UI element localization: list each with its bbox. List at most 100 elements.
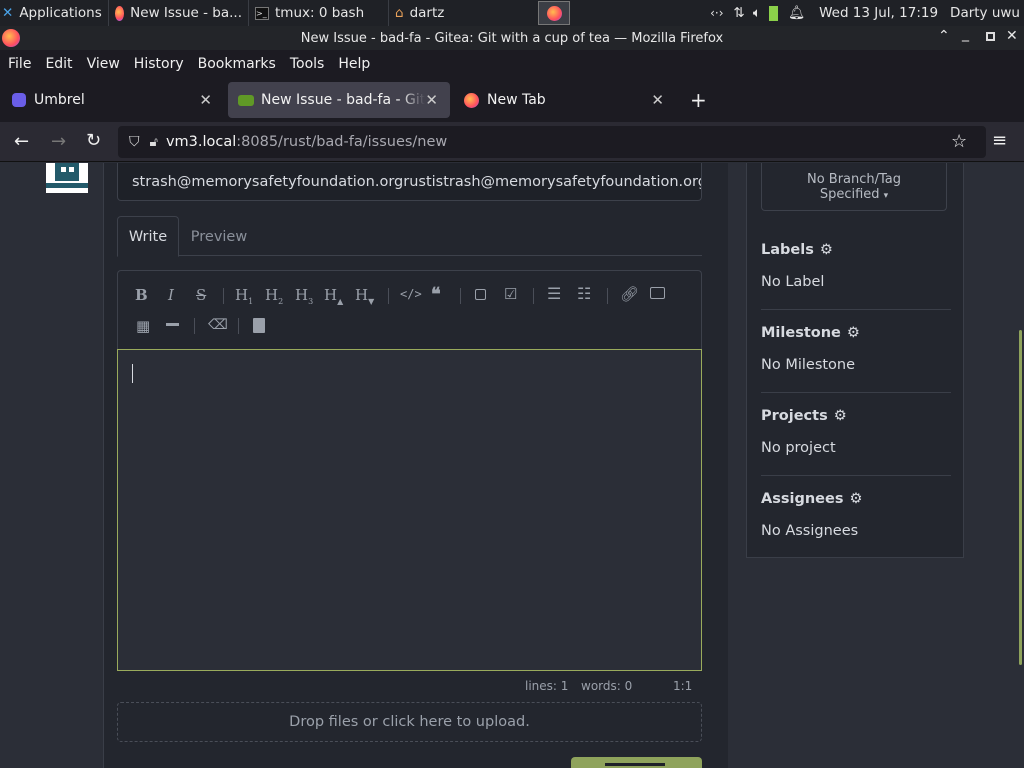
tab-write[interactable]: Write xyxy=(117,216,179,257)
create-issue-button[interactable] xyxy=(571,757,702,768)
reload-icon[interactable]: ↻ xyxy=(86,130,101,151)
firefox-icon xyxy=(464,92,479,108)
home-folder-icon: ⌂ xyxy=(395,5,404,21)
menu-file[interactable]: File xyxy=(8,56,31,72)
taskbar-window-tmux[interactable]: >_ tmux: 0 bash xyxy=(248,0,388,26)
transfer-icon[interactable]: ⇅ xyxy=(734,5,745,21)
tab-new-tab[interactable]: New Tab ✕ xyxy=(454,82,676,118)
italic-icon[interactable]: I xyxy=(168,286,174,304)
tab-close-icon[interactable]: ✕ xyxy=(651,91,664,109)
issue-title-input[interactable]: strash@memorysafetyfoundation.orgrustist… xyxy=(117,163,702,201)
tab-close-icon[interactable]: ✕ xyxy=(199,91,212,109)
checkbox-checked-icon[interactable]: ☑ xyxy=(504,285,517,303)
menu-history[interactable]: History xyxy=(134,56,184,72)
labels-value: No Label xyxy=(761,274,825,290)
milestone-heading[interactable]: Milestone ⚙ xyxy=(761,325,863,341)
user-name[interactable]: Darty uwu xyxy=(950,5,1020,21)
checkbox-empty-icon[interactable] xyxy=(475,289,486,300)
menu-bar: File Edit View History Bookmarks Tools H… xyxy=(0,50,1024,78)
menu-edit[interactable]: Edit xyxy=(45,56,72,72)
heading3-icon[interactable]: H3 xyxy=(295,286,313,306)
image-icon[interactable] xyxy=(650,287,665,299)
window-minimize-icon[interactable]: _ xyxy=(962,26,969,42)
window-title: New Issue - bad-fa - Gitea: Git with a c… xyxy=(300,30,724,46)
heading1-icon[interactable]: H1 xyxy=(235,286,253,306)
gear-icon[interactable]: ⚙ xyxy=(820,242,836,258)
assignees-heading[interactable]: Assignees ⚙ xyxy=(761,491,865,507)
menu-view[interactable]: View xyxy=(87,56,120,72)
heading-smaller-icon[interactable]: H▼ xyxy=(355,286,374,306)
table-icon[interactable]: ▦ xyxy=(136,317,150,335)
system-taskbar: ✕ Applications New Issue - ba... >_ tmux… xyxy=(0,0,1024,26)
hamburger-menu-icon[interactable]: ≡ xyxy=(992,130,1007,151)
lock-insecure-icon[interactable]: 🔓︎ xyxy=(150,135,158,150)
applications-menu[interactable]: ✕ Applications xyxy=(0,0,108,26)
horizontal-rule-icon[interactable] xyxy=(166,323,179,326)
notification-bell-icon[interactable]: 🔔︎ xyxy=(788,5,805,21)
file-icon[interactable] xyxy=(253,318,265,333)
menu-tools[interactable]: Tools xyxy=(290,56,325,72)
window-maximize-icon[interactable] xyxy=(986,32,995,41)
heading-bigger-icon[interactable]: H▲ xyxy=(324,286,343,306)
network-icon[interactable]: ‹·› xyxy=(710,6,723,20)
tab-label: New Tab xyxy=(487,92,546,108)
shield-icon[interactable]: ⛉ xyxy=(129,134,140,150)
page-scrollbar[interactable] xyxy=(1019,330,1022,665)
back-arrow-icon[interactable]: ← xyxy=(14,131,29,152)
bold-icon[interactable]: B xyxy=(135,286,148,304)
window-up-icon[interactable]: ⌃ xyxy=(938,28,950,44)
battery-icon[interactable] xyxy=(768,5,778,21)
branch-selector[interactable]: No Branch/Tag Specified ▾ xyxy=(761,163,947,211)
projects-title: Projects xyxy=(761,408,828,424)
projects-value: No project xyxy=(761,440,836,456)
xfce-icon: ✕ xyxy=(2,5,14,21)
tab-new-issue[interactable]: New Issue - bad-fa - Gitea ✕ xyxy=(228,82,450,118)
taskbar-window-dartz[interactable]: ⌂ dartz xyxy=(388,0,536,26)
menu-help[interactable]: Help xyxy=(338,56,370,72)
taskbar-window-firefox[interactable]: New Issue - ba... xyxy=(108,0,248,26)
terminal-icon: >_ xyxy=(255,6,269,20)
editor-status-words: words: 0 xyxy=(581,679,633,693)
branch-label-line2-wrap: Specified ▾ xyxy=(762,187,946,204)
milestone-title: Milestone xyxy=(761,325,841,341)
caret-down-icon: ▾ xyxy=(883,191,889,201)
menu-bookmarks[interactable]: Bookmarks xyxy=(198,56,276,72)
applications-label: Applications xyxy=(19,5,102,21)
volume-icon[interactable]: 🔈︎ xyxy=(753,5,761,21)
firefox-icon xyxy=(2,29,20,47)
code-icon[interactable]: </> xyxy=(400,287,422,301)
taskbar-firefox-launcher[interactable] xyxy=(538,1,570,25)
new-tab-plus-icon[interactable]: + xyxy=(690,88,707,112)
file-dropzone[interactable]: Drop files or click here to upload. xyxy=(117,702,702,742)
umbrel-icon xyxy=(12,93,26,107)
clock[interactable]: Wed 13 Jul, 17:19 xyxy=(819,5,938,21)
quote-icon[interactable]: ❝ xyxy=(431,284,441,305)
avatar xyxy=(46,163,88,193)
window-close-icon[interactable]: ✕ xyxy=(1006,28,1018,44)
bookmark-star-icon[interactable]: ☆ xyxy=(951,131,967,152)
gear-icon[interactable]: ⚙ xyxy=(847,325,863,341)
url-text: vm3.local:8085/rust/bad-fa/issues/new xyxy=(166,134,447,150)
bullet-list-icon[interactable]: ☰ xyxy=(547,284,561,303)
gear-icon[interactable]: ⚙ xyxy=(849,491,865,507)
issue-title-value: strash@memorysafetyfoundation.orgrustist… xyxy=(132,173,702,190)
url-bar[interactable]: ⛉ 🔓︎ vm3.local:8085/rust/bad-fa/issues/n… xyxy=(118,126,986,158)
heading2-icon[interactable]: H2 xyxy=(265,286,283,306)
editor-status-lines: lines: 1 xyxy=(525,679,569,693)
strikethrough-icon[interactable]: S xyxy=(196,286,206,304)
tab-preview[interactable]: Preview xyxy=(179,216,259,257)
gear-icon[interactable]: ⚙ xyxy=(834,408,850,424)
markdown-toolbar: B I S H1 H2 H3 H▲ H▼ </> ❝ ☑ ☰ ☷ 🔗︎ ▦ ⌫ xyxy=(117,270,702,350)
issue-body-textarea[interactable] xyxy=(117,349,702,671)
numbered-list-icon[interactable]: ☷ xyxy=(577,284,591,303)
link-icon[interactable]: 🔗︎ xyxy=(620,285,639,303)
labels-heading[interactable]: Labels ⚙ xyxy=(761,242,836,258)
forward-arrow-icon[interactable]: → xyxy=(51,131,66,152)
tab-label: New Issue - bad-fa - Gitea xyxy=(261,92,425,108)
eraser-icon[interactable]: ⌫ xyxy=(208,317,228,333)
firefox-icon xyxy=(546,5,562,21)
tab-close-icon[interactable]: ✕ xyxy=(425,91,438,109)
projects-heading[interactable]: Projects ⚙ xyxy=(761,408,850,424)
tab-umbrel[interactable]: Umbrel ✕ xyxy=(2,82,224,118)
url-host: vm3.local xyxy=(165,134,237,150)
